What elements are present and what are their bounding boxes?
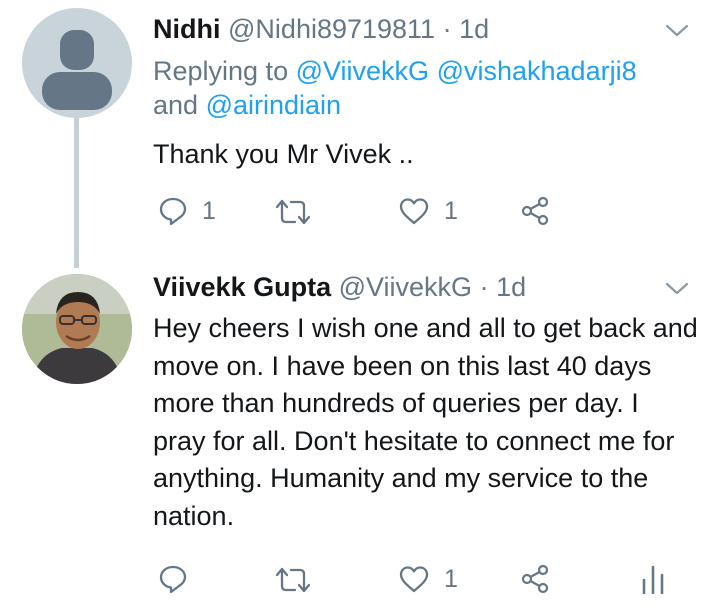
replying-to-label: Replying to [153,56,289,86]
author-name[interactable]: Nidhi [153,14,221,44]
timestamp[interactable]: 1d [459,14,489,44]
tweet-2[interactable]: Viivekk Gupta @ViivekkG · 1d Hey cheers … [0,262,720,613]
chevron-down-icon[interactable] [664,278,690,298]
analytics-icon [642,565,664,594]
tweet-header: Viivekk Gupta @ViivekkG · 1d [153,270,526,304]
like-count: 1 [444,196,458,225]
like-count: 1 [444,564,458,593]
reply-button[interactable] [158,564,202,594]
reply-icon [159,197,187,226]
mention-link[interactable]: @ViivekkG [296,56,429,86]
author-name[interactable]: Viivekk Gupta [153,272,331,302]
author-handle[interactable]: @ViivekkG [339,272,472,302]
mention-link[interactable]: @vishakhadarji8 [437,56,637,86]
heart-icon [399,566,429,593]
separator: · [442,14,452,44]
retweet-button[interactable] [275,198,325,226]
reply-button[interactable]: 1 [158,196,216,226]
chevron-down-icon[interactable] [664,20,690,40]
retweet-button[interactable] [275,566,325,594]
thread-connector-line [74,118,79,268]
mention-link[interactable]: @airindiain [206,90,341,120]
default-avatar-icon [42,30,112,110]
separator: · [479,272,489,302]
timestamp[interactable]: 1d [496,272,526,302]
tweet-header: Nidhi @Nidhi89719811 · 1d [153,12,489,46]
share-button[interactable] [520,564,550,594]
tweet-1[interactable]: Nidhi @Nidhi89719811 · 1d Replying to @V… [0,0,720,268]
mention-joiner: and [153,90,199,120]
author-handle[interactable]: @Nidhi89719811 [228,14,435,44]
retweet-icon [275,567,311,593]
retweet-icon [275,199,311,225]
analytics-button[interactable] [640,564,666,594]
user-photo-avatar [22,274,132,384]
tweet-text: Thank you Mr Vivek .. [153,139,414,169]
tweet-text: Hey cheers I wish one and all to get bac… [153,313,698,531]
share-button[interactable] [520,196,550,226]
heart-icon [399,198,429,225]
avatar[interactable] [22,8,132,118]
share-icon [521,564,549,594]
like-button[interactable]: 1 [398,564,458,594]
reply-icon [159,565,187,594]
replying-to: Replying to @ViivekkG @vishakhadarji8 an… [153,54,698,122]
share-icon [521,196,549,226]
avatar[interactable] [22,274,132,384]
reply-count: 1 [202,196,216,225]
like-button[interactable]: 1 [398,196,458,226]
